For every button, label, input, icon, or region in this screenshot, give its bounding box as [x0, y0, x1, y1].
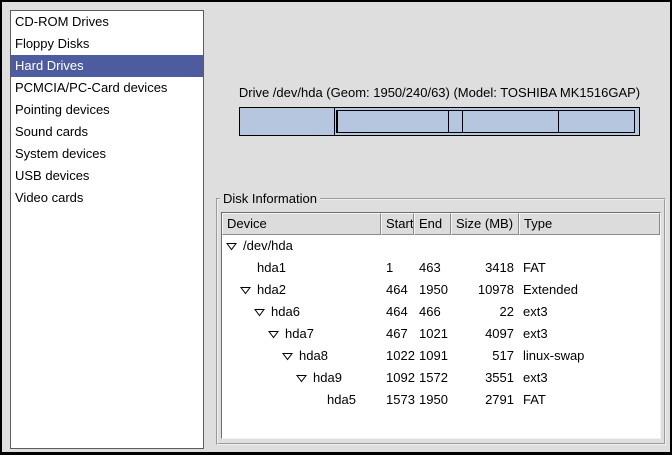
sidebar-item-floppy-disks[interactable]: Floppy Disks — [11, 33, 203, 55]
table-row-hda9[interactable]: hda9 109215723551ext3 — [222, 367, 660, 389]
column-header-end[interactable]: End — [414, 213, 451, 235]
disk-partition-bar — [239, 107, 640, 136]
table-row-hda5[interactable]: hda5 157319502791FAT — [222, 389, 660, 411]
type-cell — [519, 235, 660, 257]
start-cell: 1573 — [383, 389, 416, 411]
drive-title: Drive /dev/hda (Geom: 1950/240/63) (Mode… — [229, 85, 650, 100]
size-cell: 2791 — [453, 389, 519, 411]
type-cell: linux-swap — [519, 345, 660, 367]
tree-indent — [222, 378, 296, 379]
disk-information-groupbox: Disk Information DeviceStartEndSize (MB)… — [216, 198, 666, 445]
start-cell — [383, 235, 416, 257]
end-cell: 463 — [416, 257, 453, 279]
start-cell: 1022 — [383, 345, 416, 367]
tree-indent — [222, 290, 240, 291]
type-cell: ext3 — [519, 367, 660, 389]
end-cell: 1950 — [416, 279, 453, 301]
device-cell: hda9 — [222, 367, 383, 389]
device-cell: hda1 — [222, 257, 383, 279]
device-label: hda2 — [257, 279, 286, 301]
table-row-hda8[interactable]: hda8 10221091517linux-swap — [222, 345, 660, 367]
start-cell: 467 — [383, 323, 416, 345]
type-cell: Extended — [519, 279, 660, 301]
device-label: hda6 — [271, 301, 300, 323]
column-header-device[interactable]: Device — [222, 213, 381, 235]
sidebar-item-hard-drives[interactable]: Hard Drives — [11, 55, 203, 77]
type-cell: ext3 — [519, 301, 660, 323]
end-cell: 1091 — [416, 345, 453, 367]
size-cell: 10978 — [453, 279, 519, 301]
expander-icon[interactable] — [226, 242, 243, 251]
tree-indent — [222, 268, 240, 269]
partition-segment-hda1 — [240, 108, 335, 135]
device-cell: hda8 — [222, 345, 383, 367]
start-cell: 464 — [383, 279, 416, 301]
sidebar-item-system-devices[interactable]: System devices — [11, 143, 203, 165]
partition-table: DeviceStartEndSize (MB)Type /dev/hdahda1… — [221, 212, 661, 439]
expander-icon[interactable] — [268, 330, 285, 339]
start-cell: 1 — [383, 257, 416, 279]
device-label: /dev/hda — [243, 235, 293, 257]
disk-information-title: Disk Information — [220, 191, 320, 206]
device-label: hda9 — [313, 367, 342, 389]
tree-indent — [222, 312, 254, 313]
expander-icon[interactable] — [254, 308, 271, 317]
size-cell — [453, 235, 519, 257]
tree-indent — [222, 334, 268, 335]
device-cell: hda7 — [222, 323, 383, 345]
sidebar-item-usb-devices[interactable]: USB devices — [11, 165, 203, 187]
device-label: hda1 — [257, 257, 286, 279]
partition-segment-hda7 — [337, 110, 450, 133]
start-cell: 1092 — [383, 367, 416, 389]
sidebar-item-cd-rom-drives[interactable]: CD-ROM Drives — [11, 11, 203, 33]
type-cell: ext3 — [519, 323, 660, 345]
sidebar-item-pointing-devices[interactable]: Pointing devices — [11, 99, 203, 121]
type-cell: FAT — [519, 257, 660, 279]
partition-segment-hda5 — [558, 110, 635, 133]
sidebar-item-video-cards[interactable]: Video cards — [11, 187, 203, 209]
partition-segment-hda8 — [448, 110, 462, 133]
partition-table-header: DeviceStartEndSize (MB)Type — [222, 213, 660, 235]
expander-icon[interactable] — [282, 352, 299, 361]
device-label: hda7 — [285, 323, 314, 345]
device-cell: hda5 — [222, 389, 383, 411]
device-cell: hda2 — [222, 279, 383, 301]
tree-indent — [222, 356, 282, 357]
end-cell: 466 — [416, 301, 453, 323]
table-row-hda7[interactable]: hda7 46710214097ext3 — [222, 323, 660, 345]
size-cell: 517 — [453, 345, 519, 367]
partition-segment-hda9 — [462, 110, 560, 133]
sidebar-item-sound-cards[interactable]: Sound cards — [11, 121, 203, 143]
partition-segment-hda2 — [335, 108, 639, 135]
size-cell: 3418 — [453, 257, 519, 279]
end-cell — [416, 235, 453, 257]
table-row-hda6[interactable]: hda6 46446622ext3 — [222, 301, 660, 323]
tree-indent — [222, 400, 310, 401]
column-header-type[interactable]: Type — [519, 213, 660, 235]
table-row-hda2[interactable]: hda2 464195010978Extended — [222, 279, 660, 301]
expander-icon[interactable] — [240, 286, 257, 295]
device-label: hda8 — [299, 345, 328, 367]
size-cell: 22 — [453, 301, 519, 323]
expander-icon[interactable] — [296, 374, 313, 383]
table-row-hda1[interactable]: hda1 14633418FAT — [222, 257, 660, 279]
column-header-start[interactable]: Start — [381, 213, 414, 235]
end-cell: 1572 — [416, 367, 453, 389]
device-cell: hda6 — [222, 301, 383, 323]
end-cell: 1021 — [416, 323, 453, 345]
end-cell: 1950 — [416, 389, 453, 411]
size-cell: 4097 — [453, 323, 519, 345]
start-cell: 464 — [383, 301, 416, 323]
device-category-list: CD-ROM DrivesFloppy DisksHard DrivesPCMC… — [10, 10, 204, 449]
partition-table-body: /dev/hdahda114633418FAThda2464195010978E… — [222, 235, 660, 411]
sidebar-item-pcmcia-pc-card-devices[interactable]: PCMCIA/PC-Card devices — [11, 77, 203, 99]
device-label: hda5 — [327, 389, 356, 411]
hardware-browser-window: { "window": { "bg_color": "#dedede", "se… — [0, 0, 672, 455]
table-row-dev-hda[interactable]: /dev/hda — [222, 235, 660, 257]
size-cell: 3551 — [453, 367, 519, 389]
column-header-size-mb[interactable]: Size (MB) — [451, 213, 519, 235]
type-cell: FAT — [519, 389, 660, 411]
device-cell: /dev/hda — [222, 235, 383, 257]
